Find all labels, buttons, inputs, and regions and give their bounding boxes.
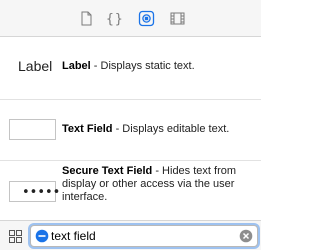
item-description: Secure Text Field - Hides text from disp…: [62, 165, 254, 204]
object-library-list: Label Label - Displays static text. Text…: [0, 37, 261, 220]
library-item-label[interactable]: Label Label - Displays static text.: [0, 37, 261, 99]
search-input[interactable]: [51, 228, 231, 244]
item-name: Label: [62, 60, 91, 72]
library-footer: [0, 220, 261, 250]
library-item-text-field[interactable]: Text Field - Displays editable text.: [0, 100, 261, 160]
secure-text-field-preview: •••••: [9, 181, 60, 202]
item-description-text: - Displays editable text.: [112, 123, 230, 135]
grid-view-icon[interactable]: [9, 230, 22, 243]
file-icon[interactable]: [78, 10, 95, 27]
code-braces-glyph: {}: [106, 12, 124, 27]
library-toolbar: {}: [0, 0, 261, 37]
item-name: Secure Text Field: [62, 165, 153, 177]
library-search-field[interactable]: [30, 225, 258, 247]
item-description-text: - Displays static text.: [90, 60, 195, 72]
text-field-preview: [9, 119, 56, 140]
library-item-secure-text-field[interactable]: ••••• Secure Text Field - Hides text fro…: [0, 161, 261, 220]
item-description: Text Field - Displays editable text.: [62, 123, 254, 136]
secure-dots: •••••: [22, 185, 61, 200]
object-library-icon[interactable]: [138, 10, 155, 27]
media-library-icon[interactable]: [169, 10, 186, 27]
code-braces-icon[interactable]: {}: [106, 10, 123, 27]
label-preview: Label: [18, 58, 53, 74]
filter-icon[interactable]: [35, 229, 49, 243]
item-description: Label - Displays static text.: [62, 60, 254, 73]
item-name: Text Field: [62, 123, 113, 135]
clear-search-icon[interactable]: [239, 229, 253, 243]
